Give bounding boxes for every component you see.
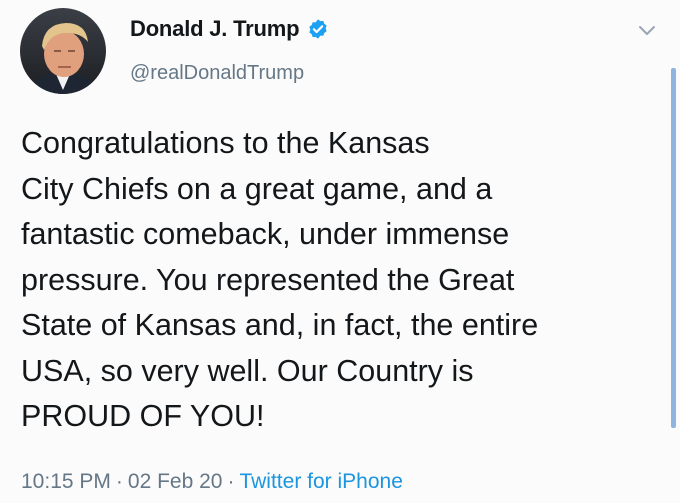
- tweet-line: City Chiefs on a great game, and a: [21, 171, 493, 206]
- tweet-line: pressure. You represented the Great: [21, 262, 515, 297]
- tweet-source-link[interactable]: Twitter for iPhone: [239, 470, 402, 493]
- author-row: Donald J. Trump: [130, 16, 329, 42]
- tweet-line-rest: and, in fact, the entire: [244, 308, 539, 342]
- display-name[interactable]: Donald J. Trump: [130, 16, 300, 42]
- tweet-line: fantastic comeback, under immense: [21, 217, 510, 251]
- meta-separator: ·: [227, 470, 235, 493]
- tweet-line: PROUD OF YOU!: [21, 399, 265, 433]
- tweet-time[interactable]: 10:15 PM: [21, 470, 111, 493]
- tweet-card: Donald J. Trump @realDonaldTrump Congrat…: [0, 0, 680, 503]
- tweet-date[interactable]: 02 Feb 20: [128, 470, 223, 493]
- tweet-meta: 10:15 PM · 02 Feb 20 · Twitter for iPhone: [21, 470, 403, 494]
- tweet-line: USA, so very well. Our Country is: [21, 353, 474, 388]
- scrollbar[interactable]: [671, 68, 676, 428]
- avatar[interactable]: [20, 8, 106, 94]
- tweet-text: Congratulations to the Kansas City Chief…: [18, 121, 666, 440]
- verified-badge-icon: [309, 19, 327, 39]
- meta-separator: ·: [115, 470, 123, 493]
- user-handle[interactable]: @realDonaldTrump: [130, 62, 304, 85]
- tweet-line: State of Kansas and, in fact, the entire: [18, 303, 666, 352]
- chevron-down-icon[interactable]: [637, 24, 657, 38]
- highlighted-phrase: State of Kansas: [18, 303, 239, 352]
- tweet-line: Congratulations to the Kansas: [21, 126, 430, 160]
